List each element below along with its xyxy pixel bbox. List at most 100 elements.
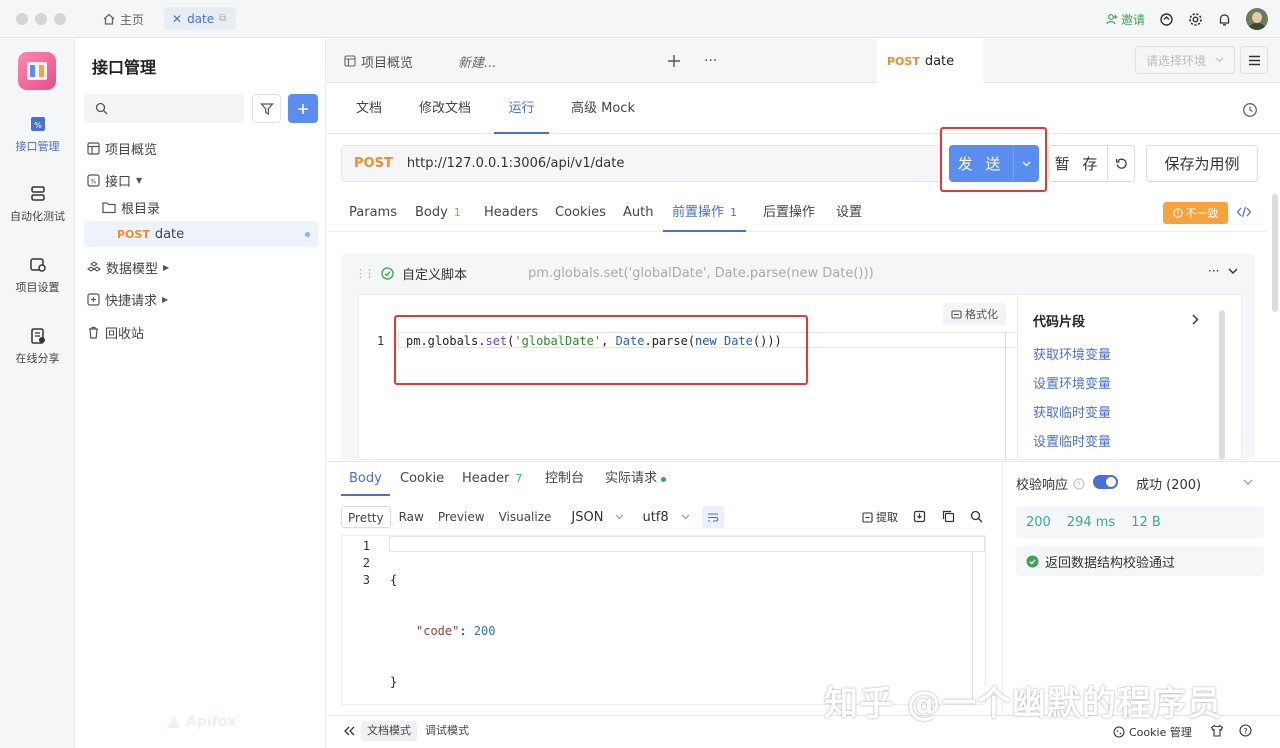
tab-date[interactable]: ✕ date ⧉	[164, 7, 236, 30]
tree-item-root[interactable]: 根目录	[102, 195, 160, 219]
nav-api-management[interactable]: % 接口管理	[0, 115, 75, 154]
window-minimize-button[interactable]	[35, 13, 47, 25]
format-button[interactable]: 格式化	[943, 303, 1006, 325]
chevron-right-icon[interactable]	[1192, 314, 1199, 325]
url-bar[interactable]: POST http://127.0.0.1:3006/api/v1/date	[341, 145, 941, 182]
ptab-params[interactable]: Params	[349, 194, 397, 232]
debug-mode-button[interactable]: 调试模式	[419, 721, 475, 741]
save-button[interactable]: 暂 存	[1048, 145, 1108, 182]
ptab-body[interactable]: Body1	[415, 194, 461, 232]
subtab-edit-doc[interactable]: 修改文档	[419, 84, 471, 134]
help-icon[interactable]: ?	[1073, 478, 1085, 490]
response-type-select[interactable]: JSON	[571, 510, 624, 525]
snippet-set-env[interactable]: 设置环境变量	[1033, 373, 1111, 392]
validate-toggle[interactable]	[1093, 475, 1118, 489]
ptab-post-request[interactable]: 后置操作	[763, 194, 815, 232]
nav-automation[interactable]: 自动化测试	[0, 185, 75, 224]
drag-handle-icon[interactable]: ⋮⋮	[355, 267, 373, 280]
tree-item-overview[interactable]: 项目概览	[87, 136, 157, 160]
invite-button[interactable]: 邀请	[1106, 11, 1145, 28]
history-icon[interactable]	[1242, 102, 1258, 118]
shirt-icon[interactable]	[1210, 724, 1224, 737]
new-tab-button[interactable]	[667, 39, 681, 83]
user-avatar[interactable]	[1246, 8, 1268, 30]
editor-scrollbar[interactable]	[1005, 332, 1006, 460]
snippet-get-temp[interactable]: 获取临时变量	[1033, 402, 1111, 421]
caret-right-icon[interactable]: ▶	[163, 263, 169, 272]
extract-label: 提取	[876, 509, 898, 525]
subtab-run[interactable]: 运行	[494, 84, 549, 134]
rtab-body[interactable]: Body	[341, 462, 390, 496]
tab-new[interactable]: 新建...	[458, 39, 496, 83]
ptab-settings[interactable]: 设置	[836, 194, 862, 232]
ptab-auth[interactable]: Auth	[623, 194, 653, 232]
check-circle-icon[interactable]	[381, 267, 394, 280]
tree-item-quick-requests[interactable]: 快捷请求 ▶	[87, 287, 168, 311]
window-close-button[interactable]	[16, 13, 28, 25]
format-preview[interactable]: Preview	[432, 506, 491, 528]
tree-item-data-models[interactable]: 数据模型 ▶	[87, 255, 169, 279]
bell-icon[interactable]	[1217, 12, 1232, 27]
extract-button[interactable]: 提取	[862, 509, 898, 525]
nav-online-share[interactable]: 在线分享	[0, 327, 75, 366]
mismatch-badge[interactable]: 不一致	[1163, 202, 1228, 224]
method-select[interactable]: POST	[354, 156, 393, 171]
copy-icon[interactable]	[942, 510, 955, 523]
search-icon[interactable]	[970, 510, 983, 523]
reset-button[interactable]	[1107, 145, 1135, 182]
format-pretty[interactable]: Pretty	[341, 506, 391, 528]
wrap-toggle[interactable]	[702, 506, 724, 528]
script-header[interactable]: ⋮⋮ 自定义脚本 pm.globals.set('globalDate', Da…	[341, 258, 1255, 288]
script-summary: pm.globals.set('globalDate', Date.parse(…	[528, 266, 874, 281]
doc-mode-button[interactable]: 文档模式	[361, 721, 417, 741]
chevron-down-icon[interactable]	[1228, 268, 1238, 275]
url-input[interactable]: http://127.0.0.1:3006/api/v1/date	[407, 156, 625, 171]
ptab-cookies[interactable]: Cookies	[555, 194, 606, 232]
tab-home[interactable]: 主页	[96, 8, 150, 30]
tree-search-input[interactable]	[84, 94, 244, 123]
snippet-get-env[interactable]: 获取环境变量	[1033, 344, 1111, 363]
tab-project-overview[interactable]: 项目概览	[344, 39, 413, 83]
code-icon[interactable]	[1236, 205, 1252, 219]
snippet-set-temp[interactable]: 设置临时变量	[1033, 431, 1111, 450]
ptab-pre-request[interactable]: 前置操作1	[663, 194, 746, 232]
title-bar: 主页 ✕ date ⧉ 邀请	[0, 0, 1280, 38]
nav-project-settings[interactable]: 项目设置	[0, 256, 75, 295]
ptab-headers[interactable]: Headers	[484, 194, 538, 232]
encoding-select[interactable]: utf8	[642, 510, 689, 525]
subtab-doc[interactable]: 文档	[356, 84, 382, 134]
chevron-down-icon[interactable]	[1243, 479, 1253, 485]
caret-right-icon[interactable]: ▶	[162, 295, 168, 304]
subtab-mock[interactable]: 高级 Mock	[571, 84, 635, 134]
save-as-case-button[interactable]: 保存为用例	[1146, 145, 1258, 182]
menu-button[interactable]	[1240, 46, 1268, 74]
format-raw[interactable]: Raw	[393, 506, 430, 528]
more-tabs-button[interactable]: ···	[704, 39, 717, 83]
response-json: { "code": 200 }	[390, 538, 496, 708]
rtab-header[interactable]: Header7	[462, 462, 522, 496]
environment-select[interactable]: 请选择环境	[1135, 46, 1235, 74]
gear-icon[interactable]	[1188, 12, 1203, 27]
tree-item-trash[interactable]: 回收站	[87, 320, 144, 344]
add-button[interactable]	[288, 94, 318, 123]
download-icon[interactable]	[913, 510, 926, 523]
rtab-cookie[interactable]: Cookie	[400, 462, 444, 496]
tab-post-date[interactable]: POST date	[877, 39, 983, 83]
format-visualize[interactable]: Visualize	[493, 506, 558, 528]
main-scrollbar[interactable]	[1272, 194, 1278, 312]
cookie-manager-button[interactable]: Cookie 管理	[1113, 724, 1192, 740]
tree-post-date-row[interactable]: POST date	[117, 222, 184, 246]
filter-button[interactable]	[252, 94, 281, 123]
more-icon[interactable]: ···	[1208, 264, 1219, 278]
rtab-actual-request[interactable]: 实际请求	[605, 462, 666, 496]
rtab-console[interactable]: 控制台	[545, 462, 584, 496]
snippets-scrollbar[interactable]	[1219, 310, 1225, 460]
caret-down-icon[interactable]: ▼	[136, 176, 142, 185]
window-maximize-button[interactable]	[54, 13, 66, 25]
tree-item-apis[interactable]: % 接口 ▼	[87, 168, 142, 192]
close-icon[interactable]: ✕	[172, 12, 182, 26]
collapse-icon[interactable]	[343, 726, 355, 736]
sync-icon[interactable]	[1159, 12, 1174, 27]
validate-result[interactable]: 成功 (200)	[1136, 474, 1201, 493]
help-icon[interactable]: ?	[1239, 724, 1252, 737]
